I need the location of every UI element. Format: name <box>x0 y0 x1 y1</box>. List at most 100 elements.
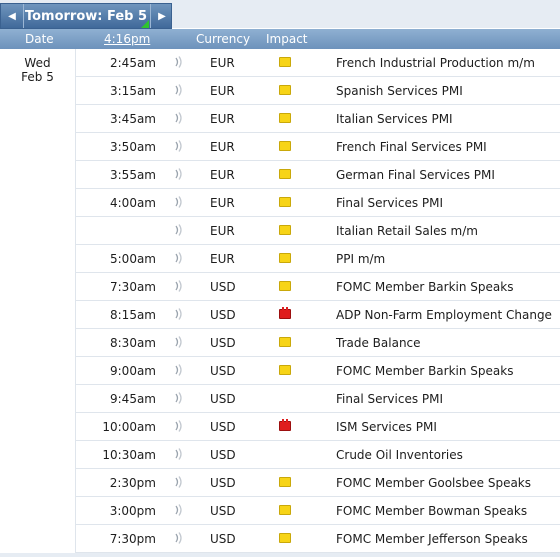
event-currency: USD <box>210 336 236 350</box>
event-title[interactable]: FOMC Member Goolsbee Speaks <box>336 476 531 490</box>
event-time: 3:55am <box>110 168 156 182</box>
event-row[interactable]: 7:30pm USD FOMC Member Jefferson Speaks <box>0 525 560 553</box>
event-row[interactable]: 3:00pm USD FOMC Member Bowman Speaks <box>0 497 560 525</box>
date-weekday: Wed <box>24 56 51 70</box>
event-row[interactable]: 3:50am EUR French Final Services PMI <box>0 133 560 161</box>
event-currency: USD <box>210 448 236 462</box>
event-row[interactable]: 10:30am USD Crude Oil Inventories <box>0 441 560 469</box>
event-title[interactable]: Final Services PMI <box>336 392 443 406</box>
event-row[interactable]: 3:45am EUR Italian Services PMI <box>0 105 560 133</box>
event-row[interactable]: EUR Italian Retail Sales m/m <box>0 217 560 245</box>
event-title[interactable]: Spanish Services PMI <box>336 84 463 98</box>
speaker-icon[interactable] <box>173 335 185 349</box>
impact-low-icon <box>279 365 291 375</box>
impact-low-icon <box>279 169 291 179</box>
speaker-icon[interactable] <box>173 139 185 153</box>
speaker-icon[interactable] <box>173 419 185 433</box>
impact-low-icon <box>279 57 291 67</box>
event-title[interactable]: Trade Balance <box>336 336 421 350</box>
day-title[interactable]: Tomorrow: Feb 5 <box>23 4 149 28</box>
event-row[interactable]: 9:00am USD FOMC Member Barkin Speaks <box>0 357 560 385</box>
speaker-icon[interactable] <box>173 307 185 321</box>
event-title[interactable]: German Final Services PMI <box>336 168 495 182</box>
event-time: 8:30am <box>110 336 156 350</box>
event-title[interactable]: ADP Non-Farm Employment Change <box>336 308 552 322</box>
event-currency: USD <box>210 364 236 378</box>
speaker-icon[interactable] <box>173 279 185 293</box>
speaker-icon[interactable] <box>173 251 185 265</box>
speaker-icon[interactable] <box>173 475 185 489</box>
event-time: 10:30am <box>102 448 156 462</box>
header-impact: Impact <box>266 32 308 46</box>
speaker-icon[interactable] <box>173 111 185 125</box>
event-row[interactable]: 8:30am USD Trade Balance <box>0 329 560 357</box>
event-currency: USD <box>210 476 236 490</box>
event-title[interactable]: Italian Retail Sales m/m <box>336 224 478 238</box>
next-day-icon[interactable]: ▶ <box>150 4 173 28</box>
event-currency: USD <box>210 392 236 406</box>
event-row[interactable]: 3:55am EUR German Final Services PMI <box>0 161 560 189</box>
speaker-icon[interactable] <box>173 503 185 517</box>
impact-low-icon <box>279 85 291 95</box>
event-row[interactable]: 4:00am EUR Final Services PMI <box>0 189 560 217</box>
day-navigator: ◀ Tomorrow: Feb 5 ▶ <box>0 3 172 29</box>
speaker-icon[interactable] <box>173 447 185 461</box>
event-currency: USD <box>210 504 236 518</box>
event-currency: EUR <box>210 140 235 154</box>
event-title[interactable]: PPI m/m <box>336 252 385 266</box>
event-time: 2:45am <box>110 56 156 70</box>
event-time: 10:00am <box>102 420 156 434</box>
impact-high-icon <box>279 419 291 431</box>
table-header: Date 4:16pm Currency Impact <box>0 29 560 49</box>
impact-low-icon <box>279 197 291 207</box>
event-time: 3:00pm <box>109 504 156 518</box>
event-title[interactable]: FOMC Member Bowman Speaks <box>336 504 527 518</box>
event-time: 9:45am <box>110 392 156 406</box>
event-title[interactable]: French Final Services PMI <box>336 140 487 154</box>
event-title[interactable]: FOMC Member Barkin Speaks <box>336 280 513 294</box>
event-currency: USD <box>210 532 236 546</box>
corner-marker-icon <box>141 20 149 28</box>
event-time: 7:30am <box>110 280 156 294</box>
impact-low-icon <box>279 533 291 543</box>
event-row[interactable]: 9:45am USD Final Services PMI <box>0 385 560 413</box>
impact-medium-icon <box>279 393 291 403</box>
calendar-nav: ◀ Tomorrow: Feb 5 ▶ <box>0 0 560 29</box>
speaker-icon[interactable] <box>173 363 185 377</box>
speaker-icon[interactable] <box>173 391 185 405</box>
header-time-link[interactable]: 4:16pm <box>104 32 150 46</box>
event-row[interactable]: 10:00am USD ISM Services PMI <box>0 413 560 441</box>
event-row[interactable]: 2:45am EUR French Industrial Production m/… <box>0 49 560 77</box>
event-title[interactable]: FOMC Member Jefferson Speaks <box>336 532 528 546</box>
event-title[interactable]: Crude Oil Inventories <box>336 448 463 462</box>
event-row[interactable]: 2:30pm USD FOMC Member Goolsbee Speaks <box>0 469 560 497</box>
event-title[interactable]: French Industrial Production m/m <box>336 56 535 70</box>
impact-low-icon <box>279 505 291 515</box>
event-title[interactable]: Italian Services PMI <box>336 112 453 126</box>
impact-high-icon <box>279 307 291 319</box>
impact-low-icon <box>279 225 291 235</box>
event-row[interactable]: 7:30am USD FOMC Member Barkin Speaks <box>0 273 560 301</box>
speaker-icon[interactable] <box>173 195 185 209</box>
event-title[interactable]: FOMC Member Barkin Speaks <box>336 364 513 378</box>
speaker-icon[interactable] <box>173 531 185 545</box>
event-time: 4:00am <box>110 196 156 210</box>
event-currency: EUR <box>210 56 235 70</box>
impact-low-icon <box>279 113 291 123</box>
impact-low-icon <box>279 253 291 263</box>
event-title[interactable]: ISM Services PMI <box>336 420 437 434</box>
event-title[interactable]: Final Services PMI <box>336 196 443 210</box>
event-row[interactable]: 5:00am EUR PPI m/m <box>0 245 560 273</box>
impact-low-icon <box>279 141 291 151</box>
event-row[interactable]: 3:15am EUR Spanish Services PMI <box>0 77 560 105</box>
event-time: 8:15am <box>110 308 156 322</box>
event-time: 9:00am <box>110 364 156 378</box>
speaker-icon[interactable] <box>173 167 185 181</box>
previous-day-icon[interactable]: ◀ <box>1 4 24 28</box>
event-currency: USD <box>210 308 236 322</box>
speaker-icon[interactable] <box>173 83 185 97</box>
event-row[interactable]: 8:15am USD ADP Non-Farm Employment Change <box>0 301 560 329</box>
speaker-icon[interactable] <box>173 223 185 237</box>
date-day: Feb 5 <box>21 70 54 84</box>
speaker-icon[interactable] <box>173 55 185 69</box>
